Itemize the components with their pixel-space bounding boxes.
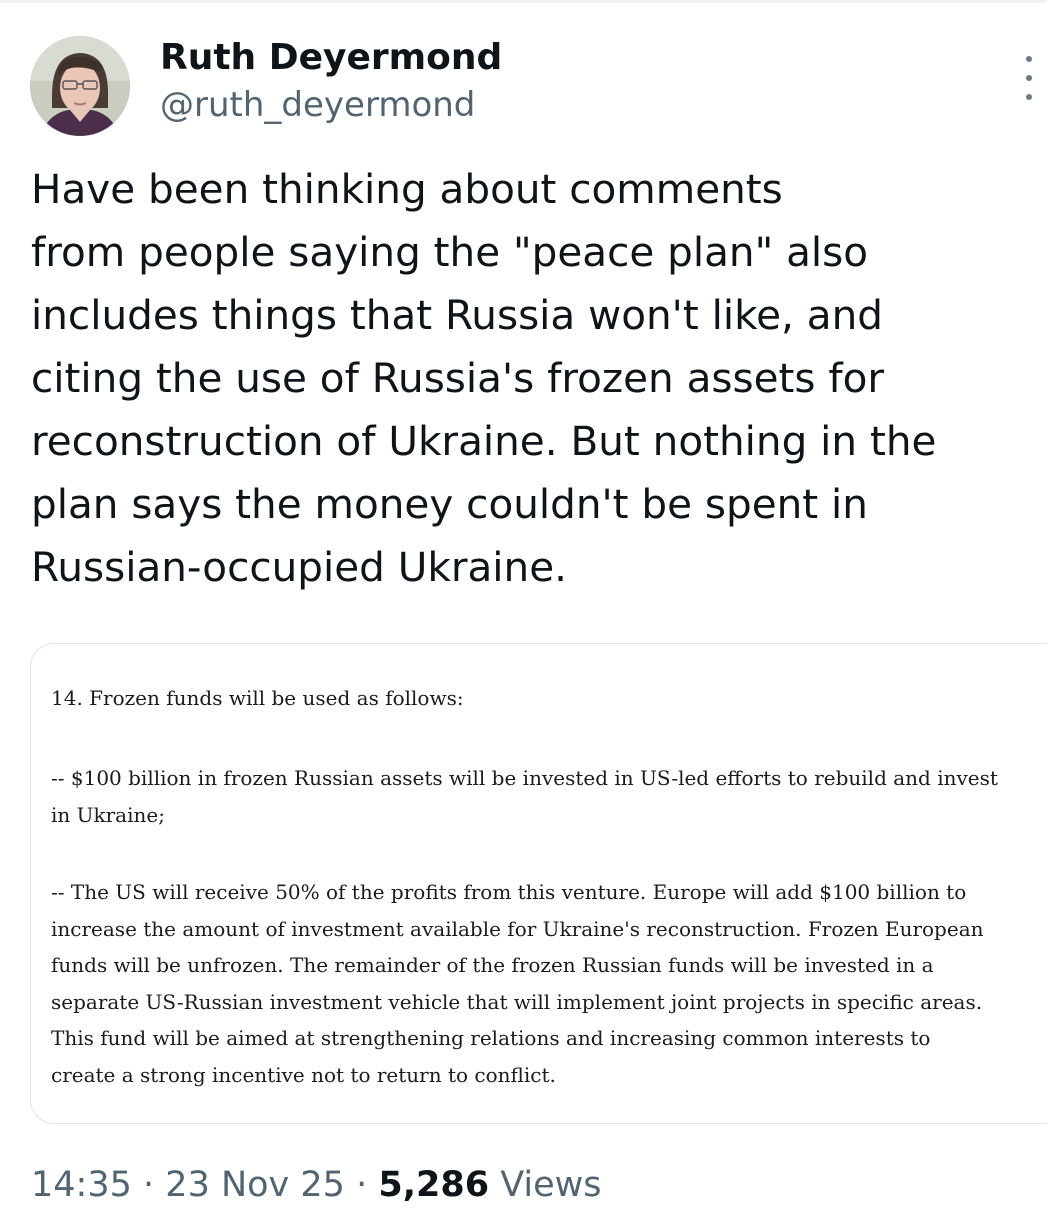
more-dot — [1026, 94, 1032, 100]
tweet-text: Have been thinking about comments from p… — [31, 165, 937, 591]
post-date[interactable]: 23 Nov 25 — [165, 1165, 345, 1205]
document-heading: 14. Frozen funds will be used as follows… — [51, 686, 464, 710]
avatar[interactable] — [30, 36, 130, 136]
author-handle[interactable]: @ruth_deyermond — [160, 84, 475, 126]
document-paragraph: -- The US will receive 50% of the profit… — [51, 880, 984, 1087]
tweet-meta: 14:35 · 23 Nov 25 · 5,286 Views — [31, 1163, 602, 1207]
views-label: Views — [500, 1165, 602, 1205]
meta-separator: · — [356, 1165, 368, 1205]
post-time[interactable]: 14:35 — [31, 1165, 132, 1205]
document-paragraph: -- $100 billion in frozen Russian assets… — [51, 766, 998, 827]
meta-separator: · — [143, 1165, 155, 1205]
more-dot — [1026, 75, 1032, 81]
views-count: 5,286 — [378, 1165, 490, 1205]
more-dot — [1026, 56, 1032, 62]
author-name[interactable]: Ruth Deyermond — [160, 36, 502, 80]
top-divider — [0, 0, 1047, 3]
more-vertical-icon[interactable] — [1014, 56, 1044, 100]
